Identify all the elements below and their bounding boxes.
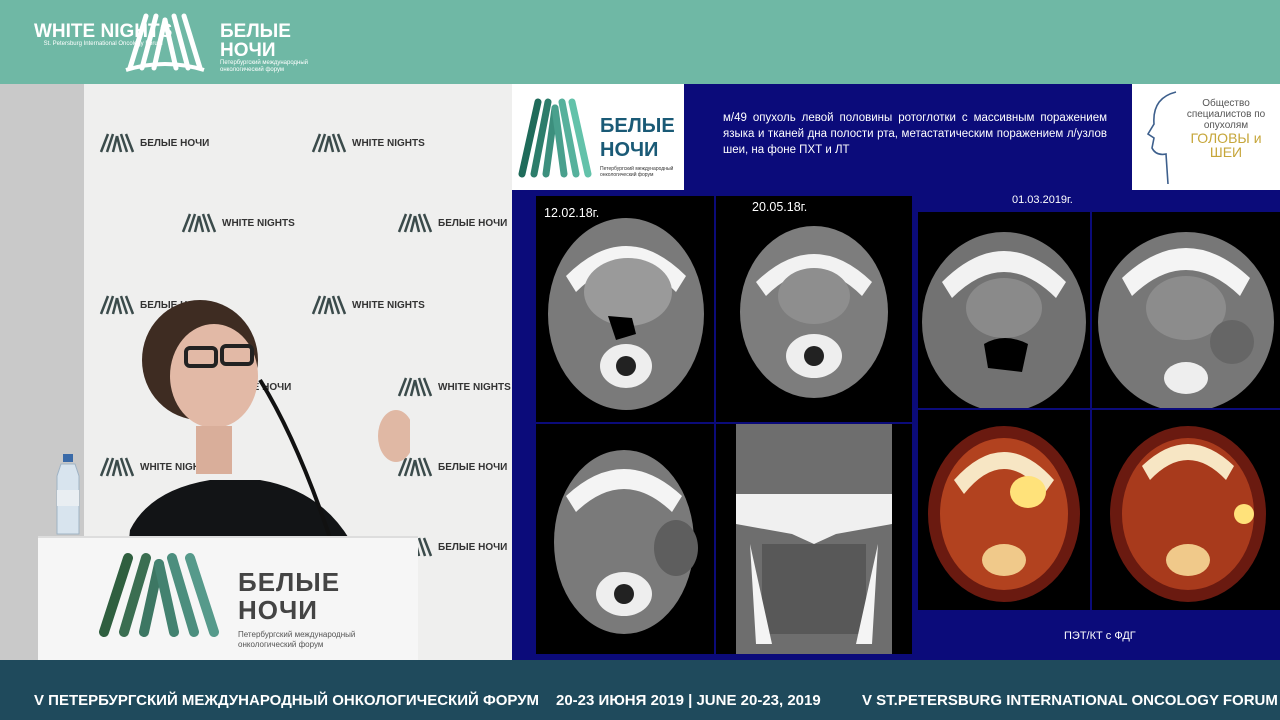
wall-logo: WHITE NIGHTS <box>310 132 425 154</box>
society-line1: Общество специалистов по опухолям <box>1186 98 1266 131</box>
podium-title: БЕЛЫЕ НОЧИ <box>238 567 341 625</box>
ct-scan-1: 12.02.18г. <box>536 196 714 422</box>
logo-bn-subtitle: Петербургский международный онкологическ… <box>220 60 309 73</box>
ct-image <box>736 424 892 654</box>
ct-scan-2: 20.05.18г. <box>716 196 912 422</box>
forum-logo: WHITE NIGHTS St. Petersburg Internationa… <box>28 10 318 78</box>
ct-scan-3 <box>536 424 714 654</box>
wall-logo: БЕЛЫЕ НОЧИ <box>98 132 209 154</box>
forum-emblem-icon <box>125 13 205 72</box>
ct-scan-4 <box>716 424 912 654</box>
pet-scan-2 <box>1092 410 1280 610</box>
case-description: м/49 опухоль левой половины ротоглотки с… <box>723 112 1107 156</box>
ct-image <box>1098 232 1274 408</box>
ct-scan-5 <box>918 212 1090 408</box>
emblem-icon <box>311 133 347 153</box>
logo-belye-nochi: БЕЛЫЕ НОЧИ Петербургский международный о… <box>220 22 318 74</box>
wall-logo: WHITE NIGHTS <box>396 376 511 398</box>
wall-logo: БЕЛЫЕ НОЧИ <box>396 456 507 478</box>
society-logo: Общество специалистов по опухолям ГОЛОВЫ… <box>1132 84 1280 190</box>
water-bottle-icon <box>56 454 80 535</box>
society-name: Общество специалистов по опухолям ГОЛОВЫ… <box>1180 98 1272 159</box>
logo-bn-title: БЕЛЫЕ НОЧИ <box>220 21 291 61</box>
podium-emblem-icon <box>99 553 219 637</box>
header-bar: WHITE NIGHTS St. Petersburg Internationa… <box>0 0 1280 84</box>
scan-date-3: 01.03.2019г. <box>1012 194 1073 206</box>
footer-left-text: V ПЕТЕРБУРГСКИЙ МЕЖДУНАРОДНЫЙ ОНКОЛОГИЧЕ… <box>34 692 540 709</box>
footer-dates: 20-23 ИЮНЯ 2019 | JUNE 20-23, 2019 <box>556 692 821 709</box>
ct-image <box>922 232 1086 408</box>
speaker-video: БЕЛЫЕ НОЧИ WHITE NIGHTS WHITE NIGHTS БЕЛ… <box>0 84 512 660</box>
slide-emblem-icon <box>518 98 592 178</box>
footer-bar: V ПЕТЕРБУРГСКИЙ МЕЖДУНАРОДНЫЙ ОНКОЛОГИЧЕ… <box>0 660 1280 720</box>
scan-date-1: 12.02.18г. <box>544 206 600 220</box>
slide-logo-subtitle: Петербургский международный онкологическ… <box>600 166 674 178</box>
emblem-icon <box>99 133 135 153</box>
ct-scan-6 <box>1092 212 1280 408</box>
ct-image <box>548 218 704 410</box>
pet-image <box>1110 426 1266 602</box>
pet-scan-1 <box>918 410 1090 610</box>
slide-forum-logo: БЕЛЫЕ НОЧИ Петербургский международный о… <box>512 84 684 190</box>
wall-logo: БЕЛЫЕ НОЧИ <box>396 212 507 234</box>
pet-image <box>928 426 1080 602</box>
footer-right-text: V ST.PETERSBURG INTERNATIONAL ONCOLOGY F… <box>862 692 1278 709</box>
emblem-icon <box>397 213 433 233</box>
presentation-slide: БЕЛЫЕ НОЧИ Петербургский международный о… <box>512 84 1280 660</box>
emblem-icon <box>181 213 217 233</box>
society-line2: ГОЛОВЫ и ШЕИ <box>1190 130 1262 160</box>
pet-caption: ПЭТ/КТ с ФДГ <box>1064 630 1136 642</box>
scan-date-2: 20.05.18г. <box>752 200 808 214</box>
slide-logo-title: БЕЛЫЕ НОЧИ <box>600 115 675 161</box>
podium-subtitle: Петербургский международный онкологическ… <box>238 630 356 649</box>
podium: БЕЛЫЕ НОЧИ Петербургский международный о… <box>38 536 418 660</box>
ct-image <box>740 226 888 398</box>
wall-logo: WHITE NIGHTS <box>180 212 295 234</box>
ct-image <box>554 450 698 634</box>
